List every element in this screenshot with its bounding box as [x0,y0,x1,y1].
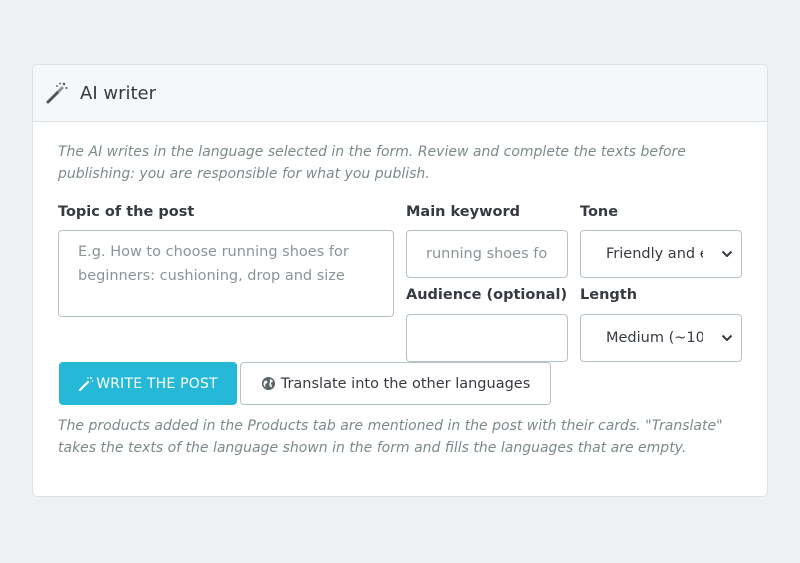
intro-text: The AI writes in the language selected i… [58,144,686,182]
translate-button[interactable]: Translate into the other languages [240,362,551,405]
chevron-down-icon [721,250,733,257]
panel-title: AI writer [80,82,156,104]
panel-header: AI writer [33,65,767,122]
magic-wand-icon [46,82,68,104]
translate-label: Translate into the other languages [280,375,531,392]
audience-input[interactable] [406,314,568,362]
topic-label: Topic of the post [58,204,195,220]
topic-textarea[interactable] [58,230,394,317]
write-post-button[interactable]: WRITE THE POST [59,362,237,405]
tone-select[interactable]: Friendly and expert [580,230,742,278]
length-label: Length [580,287,638,303]
length-selected-value: Medium (~1000 words) [606,330,703,346]
keyword-input[interactable] [406,230,568,278]
length-select[interactable]: Medium (~1000 words) [580,314,742,362]
audience-label: Audience (optional) [406,287,568,303]
ai-writer-panel: AI writer The AI writes in the language … [32,64,768,497]
tone-label: Tone [580,204,619,220]
tone-selected-value: Friendly and expert [606,246,703,262]
keyword-label: Main keyword [406,204,520,220]
footnote-text: The products added in the Products tab a… [58,418,723,456]
magic-wand-icon [79,376,94,391]
globe-icon [261,376,275,391]
chevron-down-icon [721,334,733,341]
write-post-label: WRITE THE POST [96,375,218,392]
